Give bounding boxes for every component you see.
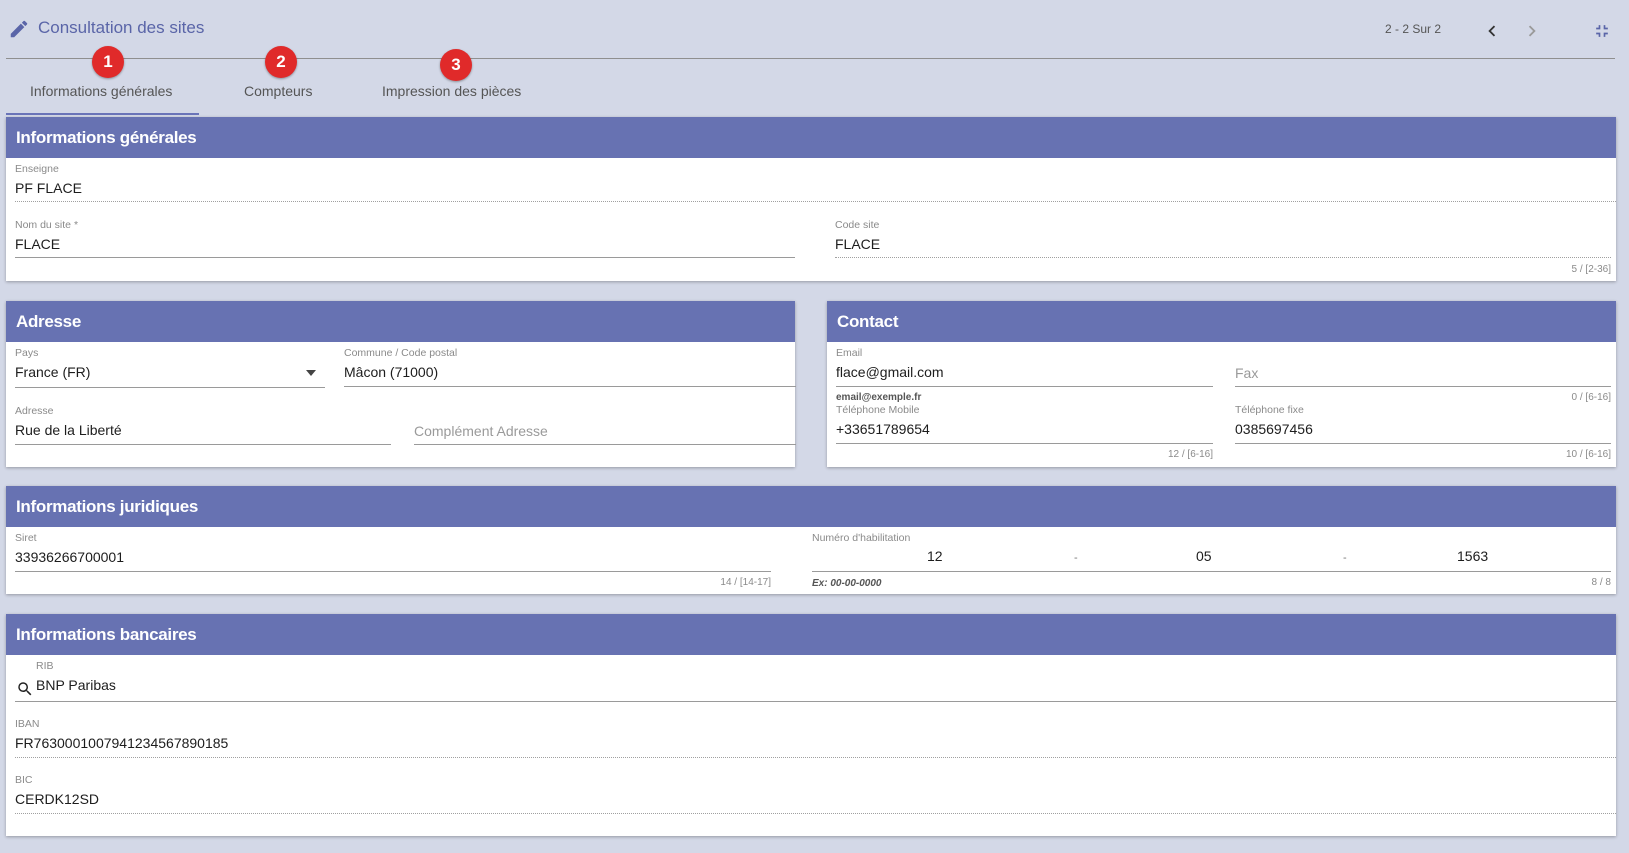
- habilitation-part1-field[interactable]: 12: [927, 548, 943, 564]
- annotation-badge-3: 3: [440, 49, 472, 81]
- fixe-field[interactable]: 0385697456: [1235, 421, 1313, 437]
- mobile-field[interactable]: +33651789654: [836, 421, 930, 437]
- code-site-underline: [835, 257, 1611, 258]
- rib-label: RIB: [36, 660, 54, 672]
- contact-card-title: Contact: [827, 301, 1616, 342]
- mobile-counter: 12 / [6-16]: [1167, 449, 1213, 460]
- bic-field[interactable]: CERDK12SD: [15, 791, 99, 807]
- fax-counter: 0 / [6-16]: [1571, 392, 1611, 403]
- pays-label: Pays: [15, 347, 39, 359]
- enseigne-underline: [15, 201, 1616, 202]
- general-card: Informations générales Enseigne PF FLACE…: [6, 117, 1616, 281]
- mobile-underline: [836, 443, 1213, 444]
- fax-underline: [1235, 386, 1611, 387]
- commune-field[interactable]: Mâcon (71000): [344, 364, 438, 380]
- code-site-counter: 5 / [2-36]: [1571, 264, 1611, 275]
- tab-informations-generales[interactable]: Informations générales: [30, 83, 172, 99]
- habilitation-part2-field[interactable]: 05: [1196, 548, 1212, 564]
- chevron-left-icon: [1488, 25, 1496, 37]
- commune-underline: [344, 386, 796, 387]
- fax-field[interactable]: Fax: [1235, 365, 1258, 381]
- siret-counter: 14 / [14-17]: [720, 577, 771, 588]
- iban-underline: [15, 757, 1616, 758]
- habilitation-separator-1: -: [1074, 552, 1078, 564]
- contact-card: Contact Email flace@gmail.com email@exem…: [827, 301, 1616, 467]
- juridique-card: Informations juridiques Siret 3393626670…: [6, 486, 1616, 594]
- juridique-card-title: Informations juridiques: [6, 486, 1616, 527]
- complement-adresse-field[interactable]: Complément Adresse: [414, 423, 548, 439]
- enseigne-label: Enseigne: [15, 163, 59, 175]
- adresse-underline: [15, 444, 391, 445]
- adresse-card: Adresse Pays France (FR) Commune / Code …: [6, 301, 796, 467]
- rib-underline: [15, 701, 1616, 702]
- rib-field[interactable]: BNP Paribas: [36, 677, 116, 693]
- dropdown-arrow-icon[interactable]: [305, 369, 317, 377]
- bancaire-card-title: Informations bancaires: [6, 614, 1616, 655]
- adresse-label: Adresse: [15, 405, 54, 417]
- siret-field[interactable]: 33936266700001: [15, 549, 124, 565]
- code-site-field[interactable]: FLACE: [835, 236, 880, 252]
- annotation-badge-2: 2: [265, 46, 297, 78]
- habilitation-underline: [812, 571, 1611, 572]
- nom-site-label: Nom du site *: [15, 219, 79, 231]
- pays-underline: [15, 387, 325, 388]
- page-title: Consultation des sites: [38, 18, 205, 37]
- fullscreen-exit-icon: [1596, 25, 1608, 37]
- tab-compteurs[interactable]: Compteurs: [244, 83, 312, 99]
- email-underline: [836, 386, 1213, 387]
- email-field[interactable]: flace@gmail.com: [836, 364, 944, 380]
- fixe-counter: 10 / [6-16]: [1565, 449, 1611, 460]
- habilitation-part3-field[interactable]: 1563: [1457, 548, 1488, 564]
- bic-underline: [15, 813, 1616, 814]
- fixe-label: Téléphone fixe: [1235, 404, 1304, 416]
- tab-impression-des-pieces[interactable]: Impression des pièces: [382, 83, 521, 99]
- email-hint: email@exemple.fr: [836, 392, 922, 403]
- nom-site-field[interactable]: FLACE: [15, 236, 60, 252]
- chevron-right-icon: [1528, 25, 1536, 37]
- pays-select[interactable]: France (FR): [15, 364, 90, 380]
- habilitation-counter: 8 / 8: [1591, 577, 1611, 588]
- enseigne-field[interactable]: PF FLACE: [15, 180, 82, 196]
- habilitation-label: Numéro d'habilitation: [812, 532, 911, 544]
- commune-label: Commune / Code postal: [344, 347, 458, 359]
- email-label: Email: [836, 347, 863, 359]
- nom-site-underline: [15, 257, 795, 258]
- pencil-icon: [10, 20, 28, 38]
- habilitation-hint: Ex: 00-00-0000: [812, 578, 882, 589]
- adresse-card-title: Adresse: [6, 301, 795, 342]
- search-icon[interactable]: [16, 680, 34, 698]
- habilitation-separator-2: -: [1343, 552, 1347, 564]
- active-tab-indicator: [6, 113, 199, 115]
- bic-label: BIC: [15, 774, 33, 786]
- collapse-button[interactable]: [1589, 18, 1615, 44]
- general-card-title: Informations générales: [6, 117, 1616, 158]
- iban-label: IBAN: [15, 718, 40, 730]
- code-site-label: Code site: [835, 219, 880, 231]
- bancaire-card: Informations bancaires RIB BNP Paribas I…: [6, 614, 1616, 836]
- annotation-badge-1: 1: [92, 46, 124, 78]
- fixe-underline: [1235, 443, 1611, 444]
- mobile-label: Téléphone Mobile: [836, 404, 920, 416]
- adresse-field[interactable]: Rue de la Liberté: [15, 422, 122, 438]
- complement-underline: [414, 444, 796, 445]
- iban-field[interactable]: FR7630001007941234567890185: [15, 735, 228, 751]
- siret-underline: [15, 571, 771, 572]
- prev-button[interactable]: [1479, 18, 1505, 44]
- next-button[interactable]: [1519, 18, 1545, 44]
- header-divider: [6, 58, 1615, 59]
- siret-label: Siret: [15, 532, 37, 544]
- pager-text: 2 - 2 Sur 2: [1385, 22, 1442, 36]
